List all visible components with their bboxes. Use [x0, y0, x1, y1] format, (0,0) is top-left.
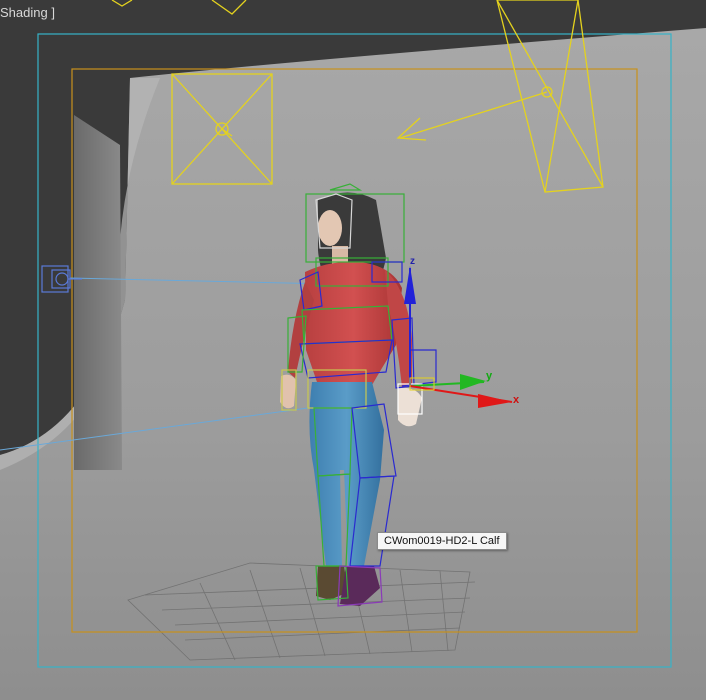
viewport-shading-label[interactable]: Shading ]	[0, 5, 55, 20]
gizmo-label-y: y	[486, 370, 493, 382]
scene-canvas[interactable]	[0, 0, 706, 700]
side-flat-panel	[74, 115, 122, 470]
gizmo-label-x: x	[513, 394, 520, 406]
3d-viewport[interactable]: Shading ] z y x CWom0019-HD2-L Calf	[0, 0, 706, 700]
gizmo-label-z: z	[410, 256, 415, 267]
object-name-tooltip: CWom0019-HD2-L Calf	[377, 532, 507, 550]
